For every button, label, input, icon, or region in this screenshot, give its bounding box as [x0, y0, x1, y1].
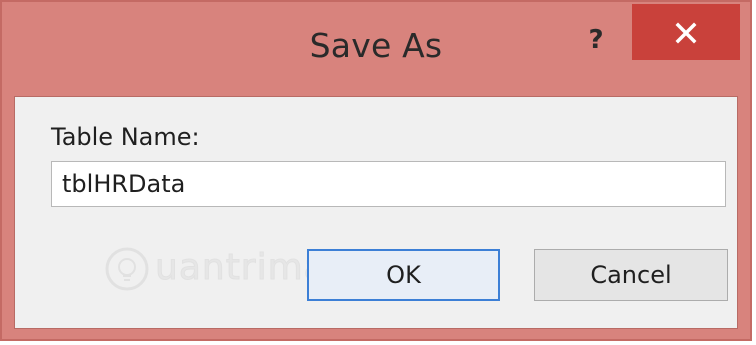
- close-button[interactable]: [632, 4, 740, 60]
- help-icon: ?: [588, 25, 604, 55]
- dialog-body: Table Name: uantrimang OK Cancel: [14, 96, 738, 329]
- close-icon: [675, 22, 697, 44]
- help-button[interactable]: ?: [576, 20, 616, 60]
- table-name-input[interactable]: [51, 161, 726, 207]
- title-bar[interactable]: Save As ?: [2, 2, 750, 92]
- ok-button[interactable]: OK: [307, 249, 500, 301]
- save-as-dialog: Save As ? Table Name: uantrimang OK Canc…: [0, 0, 752, 341]
- table-name-label: Table Name:: [51, 123, 200, 151]
- cancel-button[interactable]: Cancel: [534, 249, 728, 301]
- bulb-logo-icon: [105, 247, 149, 291]
